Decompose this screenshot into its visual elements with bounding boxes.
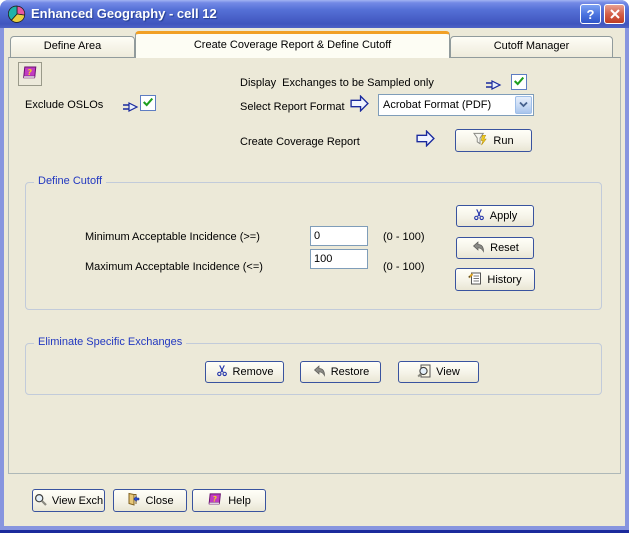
max-range-hint: (0 - 100) — [383, 261, 425, 273]
tab-label: Cutoff Manager — [493, 40, 570, 52]
big-arrow-icon — [415, 129, 436, 148]
report-format-label: Select Report Format — [240, 101, 345, 113]
chevron-down-icon — [519, 99, 528, 111]
checkmark-icon — [513, 75, 525, 90]
titlebar-help-button[interactable]: ? — [580, 4, 601, 24]
tab-label: Define Area — [43, 40, 102, 52]
view-button[interactable]: View — [398, 361, 479, 383]
exit-door-icon — [126, 492, 140, 509]
define-cutoff-title: Define Cutoff — [34, 175, 107, 187]
exclude-oslos-label: Exclude OSLOs — [25, 99, 104, 111]
purple-book-icon: ? — [207, 492, 223, 509]
min-incidence-input[interactable] — [310, 226, 368, 246]
reset-button[interactable]: Reset — [456, 237, 534, 259]
magnifier-document-icon — [417, 364, 431, 381]
magnifier-icon — [34, 493, 47, 509]
scissors-icon — [473, 208, 485, 224]
pointer-arrow-icon — [484, 79, 503, 91]
reset-button-label: Reset — [490, 242, 519, 254]
display-exchanges-label: Display Exchanges to be Sampled only — [240, 77, 434, 89]
app-icon — [7, 5, 26, 23]
tab-define-area[interactable]: Define Area — [10, 36, 135, 57]
context-help-button[interactable]: ? — [18, 62, 42, 86]
history-button-label: History — [487, 273, 522, 286]
purple-book-icon: ? — [22, 65, 38, 83]
big-arrow-icon — [349, 94, 370, 113]
display-exchanges-checkbox[interactable] — [511, 74, 527, 90]
pointer-arrow-icon — [121, 101, 140, 113]
run-button[interactable]: Run — [455, 129, 532, 152]
restore-button[interactable]: Restore — [300, 361, 381, 383]
remove-button-label: Remove — [232, 366, 274, 378]
close-button[interactable]: Close — [113, 489, 187, 512]
restore-button-label: Restore — [330, 366, 370, 378]
view-button-label: View — [436, 366, 460, 378]
help-button[interactable]: ? Help — [192, 489, 266, 512]
dialog-window: Enhanced Geography - cell 12 ? Define Ar… — [0, 0, 629, 533]
view-exch-button-label: View Exch — [51, 494, 104, 507]
eliminate-exchanges-title: Eliminate Specific Exchanges — [34, 336, 187, 348]
checkmark-icon — [142, 96, 154, 111]
min-range-hint: (0 - 100) — [383, 231, 425, 243]
titlebar-close-button[interactable] — [604, 4, 625, 24]
close-button-label: Close — [145, 494, 174, 507]
run-button-label: Run — [493, 134, 514, 147]
view-exch-button[interactable]: View Exch — [32, 489, 105, 512]
apply-button[interactable]: Apply — [456, 205, 534, 227]
remove-button[interactable]: Remove — [205, 361, 284, 383]
scissors-icon — [216, 364, 228, 380]
question-mark-icon: ? — [586, 6, 595, 22]
undo-arrow-icon — [312, 364, 326, 380]
tab-create-coverage-report[interactable]: Create Coverage Report & Define Cutoff — [135, 31, 450, 58]
max-incidence-label: Maximum Acceptable Incidence (<=) — [85, 261, 263, 273]
dropdown-button[interactable] — [515, 96, 532, 114]
undo-arrow-icon — [471, 240, 485, 256]
exclude-oslos-checkbox[interactable] — [140, 95, 156, 111]
report-format-select[interactable]: Acrobat Format (PDF) — [378, 94, 534, 116]
max-incidence-input[interactable] — [310, 249, 368, 269]
tab-cutoff-manager[interactable]: Cutoff Manager — [450, 36, 613, 57]
window-title: Enhanced Geography - cell 12 — [31, 6, 217, 21]
report-format-value: Acrobat Format (PDF) — [383, 99, 492, 111]
min-incidence-label: Minimum Acceptable Incidence (>=) — [85, 231, 260, 243]
create-report-label: Create Coverage Report — [240, 136, 360, 148]
history-button[interactable]: History — [455, 268, 535, 291]
apply-button-label: Apply — [489, 210, 518, 222]
titlebar: Enhanced Geography - cell 12 ? — [0, 0, 629, 28]
history-note-icon — [468, 271, 482, 288]
funnel-lightning-icon — [473, 132, 488, 149]
tab-label: Create Coverage Report & Define Cutoff — [193, 39, 392, 51]
close-icon — [609, 7, 620, 22]
help-button-label: Help — [228, 494, 251, 507]
